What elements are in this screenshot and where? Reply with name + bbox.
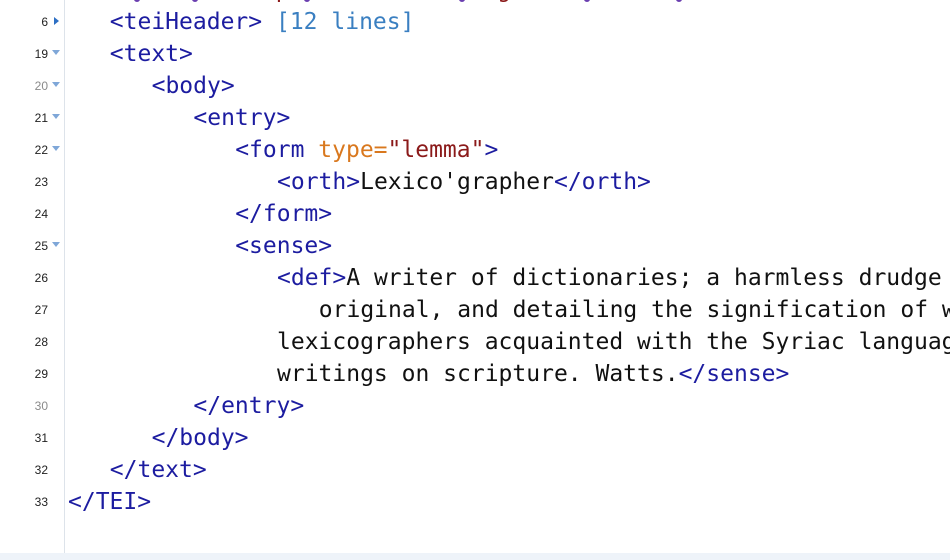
line-number: 33 <box>34 495 48 509</box>
code-token-text: original, and detailing the significatio… <box>318 297 950 323</box>
line-number: 19 <box>34 47 48 61</box>
collapsed-region-label[interactable]: [12 lines] <box>276 9 414 35</box>
code-token-tag: <text> <box>109 41 193 67</box>
code-line[interactable]: 19 <text> <box>0 38 950 70</box>
line-number: 23 <box>34 175 48 189</box>
code-text[interactable]: <entry> <box>193 105 290 131</box>
line-number: 29 <box>34 367 48 381</box>
fold-expanded-icon[interactable] <box>52 114 60 119</box>
line-number: 30 <box>34 399 48 413</box>
code-line[interactable]: 28 lexicographers acquainted with the Syr… <box>0 326 950 358</box>
code-line[interactable]: 26 <def>A writer of dictionaries; a harml… <box>0 262 950 294</box>
code-token-text: lexicographers acquainted with the Syria… <box>277 329 950 355</box>
code-token-val: "lemma" <box>387 137 485 163</box>
line-number: 21 <box>34 111 48 125</box>
code-token-text: A writer of dictionaries; a harmless dru… <box>346 265 942 291</box>
code-token-tag: <orth> <box>277 169 361 195</box>
code-token-tag: <body> <box>151 73 235 99</box>
line-number: 6 <box>41 15 48 29</box>
code-text[interactable]: <orth>Lexico'grapher</orth> <box>277 169 651 195</box>
code-token-text: Lexico'grapher <box>360 169 554 195</box>
code-token-tag: <TEI <box>68 0 137 3</box>
code-text[interactable]: lexicographers acquainted with the Syria… <box>277 329 950 355</box>
code-token-text: writings on scripture. Watts. <box>277 361 679 387</box>
code-text[interactable]: <sense> <box>235 233 332 259</box>
code-text[interactable]: </TEI> <box>68 489 151 515</box>
code-line[interactable]: 24 </form> <box>0 198 950 230</box>
code-text[interactable]: <TEI xmlns="http://www.tei-c.org/ns/1.0"… <box>68 0 636 3</box>
code-text[interactable]: </text> <box>110 457 207 483</box>
code-line[interactable]: 31 </body> <box>0 422 950 454</box>
code-text[interactable]: <text> <box>110 41 193 67</box>
code-text[interactable]: <body> <box>152 73 235 99</box>
code-line[interactable]: 22 <form type="lemma"> <box>0 134 950 166</box>
code-text[interactable]: writings on scripture. Watts.</sense> <box>277 361 789 387</box>
code-editor[interactable]: 5<TEI xmlns="http://www.tei-c.org/ns/1.0… <box>0 0 950 560</box>
code-token-tag: </orth> <box>553 169 651 195</box>
code-token-tag: </body> <box>151 425 249 451</box>
code-token-attr: xmlns= <box>137 0 220 3</box>
code-line[interactable]: 30 </entry> <box>0 390 950 422</box>
code-line[interactable]: 20 <body> <box>0 70 950 102</box>
code-line[interactable]: 23 <orth>Lexico'grapher</orth> <box>0 166 950 198</box>
code-token-tag: > <box>484 137 499 163</box>
line-number: 20 <box>34 79 48 93</box>
fold-collapsed-icon[interactable] <box>54 17 59 25</box>
code-line[interactable]: 29 writings on scripture. Watts.</sense> <box>0 358 950 390</box>
line-number: 31 <box>34 431 48 445</box>
code-text[interactable]: </entry> <box>193 393 304 419</box>
fold-expanded-icon[interactable] <box>52 82 60 87</box>
line-number: 22 <box>34 143 48 157</box>
code-text[interactable]: <teiHeader> [12 lines] <box>110 9 415 35</box>
code-token-tag: > <box>622 0 636 3</box>
code-token-tag: </entry> <box>193 393 305 419</box>
code-token-val: "http://www.tei-c.org/ns/1.0" <box>220 0 622 3</box>
code-line[interactable]: 21 <entry> <box>0 102 950 134</box>
line-number: 26 <box>34 271 48 285</box>
code-token-tag: <sense> <box>235 233 333 259</box>
code-line[interactable]: 27 original, and detailing the significat… <box>0 294 950 326</box>
code-text[interactable]: <form type="lemma"> <box>235 137 498 163</box>
code-text[interactable]: </form> <box>235 201 332 227</box>
code-line[interactable]: 25 <sense> <box>0 230 950 262</box>
code-token-tag: <entry> <box>193 105 291 131</box>
code-text[interactable]: <def>A writer of dictionaries; a harmles… <box>277 265 942 291</box>
code-token-attr: type= <box>318 137 388 163</box>
editor-bottom-edge <box>0 553 950 560</box>
code-token-tag: </sense> <box>678 361 790 387</box>
code-token-tag: <teiHeader> <box>109 9 263 35</box>
fold-expanded-icon[interactable] <box>52 242 60 247</box>
line-number: 32 <box>34 463 48 477</box>
code-token-tag: <def> <box>277 265 347 291</box>
code-token-tag: </text> <box>109 457 207 483</box>
line-number: 28 <box>34 335 48 349</box>
code-token-tag: </form> <box>235 201 333 227</box>
code-line[interactable]: 33 </TEI> <box>0 486 950 518</box>
code-line[interactable]: 6 <teiHeader> [12 lines] <box>0 6 950 38</box>
line-number: 27 <box>34 303 48 317</box>
code-token-tag: </TEI> <box>68 489 152 515</box>
code-token-tag: <form <box>235 137 319 163</box>
fold-expanded-icon[interactable] <box>52 146 60 151</box>
line-number: 24 <box>34 207 48 221</box>
fold-expanded-icon[interactable] <box>52 50 60 55</box>
code-text[interactable]: original, and detailing the significatio… <box>319 297 950 323</box>
code-line[interactable]: 32 </text> <box>0 454 950 486</box>
code-text[interactable]: </body> <box>152 425 249 451</box>
line-number: 25 <box>34 239 48 253</box>
